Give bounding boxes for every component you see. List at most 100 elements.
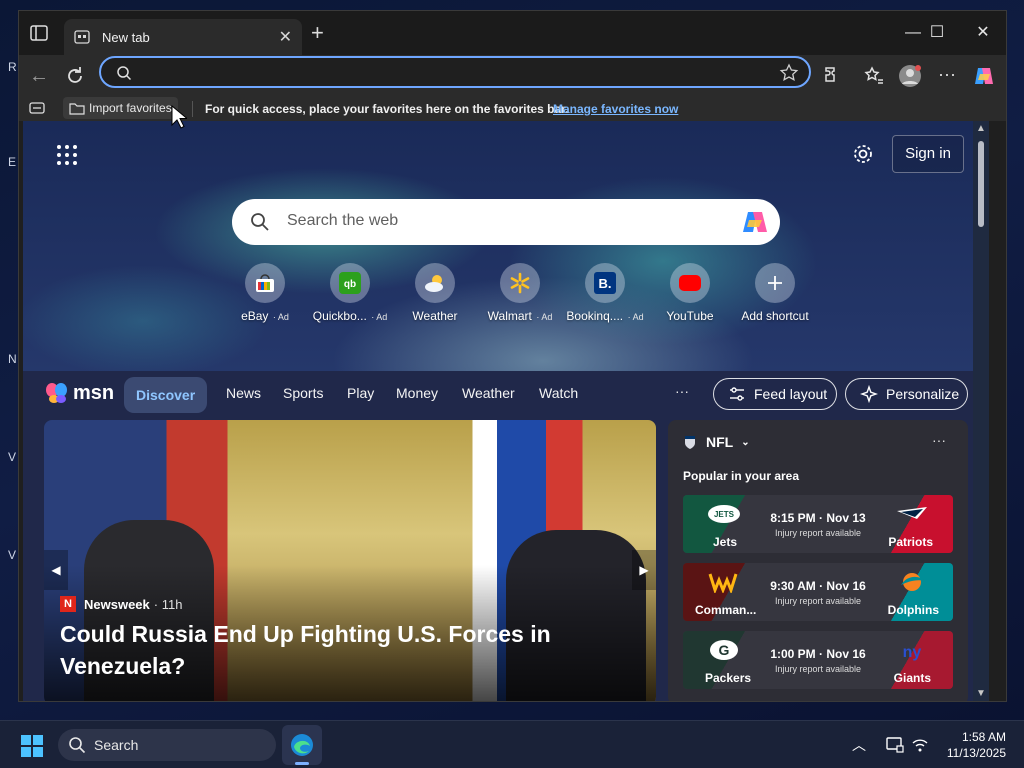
hero-source: N Newsweek · 11h [60, 596, 182, 612]
tablet-mode-icon[interactable] [885, 735, 905, 755]
taskbar-search[interactable]: Search [58, 729, 276, 761]
new-tab-button[interactable]: + [311, 22, 324, 44]
copilot-icon[interactable] [972, 64, 996, 88]
carousel-next-button[interactable]: ▶ [632, 550, 656, 590]
web-search-box[interactable]: Search the web [232, 199, 780, 245]
game-row[interactable]: G Packers 1:00 PM · Nov 16 Injury report… [683, 631, 953, 689]
title-bar: New tab ✕ + — ☐ ✕ [19, 11, 1006, 55]
nfl-more-options-button[interactable]: ··· [932, 432, 946, 448]
shortcut-label: Add shortcut [741, 309, 809, 323]
shortcut-label: Weather [412, 309, 458, 323]
hero-headline[interactable]: Could Russia End Up Fighting U.S. Forces… [60, 618, 580, 682]
shortcut-label: Bookinq.... [566, 309, 624, 323]
nfl-card: NFL ⌄ ··· Popular in your area JETS Jets… [668, 420, 968, 701]
search-icon [69, 737, 86, 754]
manage-favorites-link[interactable]: Manage favorites now [553, 102, 678, 116]
plus-icon [768, 276, 782, 290]
scroll-up-arrow[interactable]: ▲ [976, 123, 986, 134]
import-favorites-label: Import favorites [89, 101, 172, 115]
taskbar: Search ︿ 1:58 AM 11/13/2025 [0, 720, 1024, 768]
tab-weather[interactable]: Weather [462, 385, 515, 401]
favorites-bar: Import favorites For quick access, place… [19, 97, 1006, 121]
windows-start-icon[interactable] [20, 734, 44, 758]
favorites-separator [192, 101, 193, 117]
edge-icon [291, 734, 313, 756]
shortcut-walmart[interactable]: Walmart · Ad [478, 263, 562, 325]
system-clock[interactable]: 1:58 AM 11/13/2025 [947, 729, 1006, 761]
shortcut-label: eBay [241, 309, 269, 323]
tab-new-tab[interactable]: New tab ✕ [64, 19, 302, 55]
hero-news-card[interactable]: ◀ ▶ N Newsweek · 11h Could Russia End Up… [44, 420, 656, 701]
desktop-icons-strip: R E N V V [0, 0, 18, 720]
feed-layout-button[interactable]: Feed layout [713, 378, 837, 410]
more-tabs-button[interactable]: ··· [675, 383, 689, 399]
tab-actions-icon[interactable] [29, 23, 49, 43]
address-input[interactable] [145, 61, 765, 83]
taskbar-search-label: Search [94, 737, 139, 753]
tab-close-icon[interactable]: ✕ [279, 27, 292, 47]
hero-age: · 11h [153, 596, 183, 612]
game-row[interactable]: Comman... 9:30 AM · Nov 16 Injury report… [683, 563, 953, 621]
gear-icon[interactable] [851, 142, 875, 166]
taskbar-edge-button[interactable] [282, 725, 322, 765]
shortcut-label: Quickbo... [312, 309, 367, 323]
active-indicator [295, 762, 309, 765]
shortcut-booking[interactable]: B. Bookinq.... · Ad [563, 263, 647, 325]
browser-window: New tab ✕ + — ☐ ✕ ← ··· Import favorites… [18, 10, 1007, 702]
close-window-button[interactable]: ✕ [960, 19, 1006, 47]
folder-icon [69, 103, 85, 115]
carousel-prev-button[interactable]: ◀ [44, 550, 68, 590]
nfl-header[interactable]: NFL ⌄ [684, 434, 750, 450]
dolphins-logo-icon [901, 573, 925, 591]
profile-avatar-icon[interactable] [898, 64, 922, 88]
add-shortcut-button[interactable]: Add shortcut [733, 263, 817, 325]
game-row[interactable]: JETS Jets 8:15 PM · Nov 13 Injury report… [683, 495, 953, 553]
scroll-down-arrow[interactable]: ▼ [976, 688, 986, 699]
new-tab-page: Sign in Search the web eBay · Ad qb Quic… [23, 121, 989, 701]
mouse-cursor-icon [171, 105, 187, 129]
ebay-icon [256, 274, 274, 292]
page-scrollbar[interactable]: ▲ ▼ [973, 121, 989, 701]
tab-money[interactable]: Money [396, 385, 438, 401]
refresh-icon[interactable] [63, 64, 87, 88]
address-bar[interactable] [99, 56, 811, 88]
tab-discover[interactable]: Discover [124, 377, 208, 413]
maximize-button[interactable]: ☐ [914, 19, 960, 47]
chevron-up-icon[interactable]: ︿ [852, 735, 872, 755]
shortcut-ebay[interactable]: eBay · Ad [223, 263, 307, 325]
favorites-bar-message: For quick access, place your favorites h… [205, 102, 569, 116]
tab-news[interactable]: News [226, 385, 261, 401]
ad-badge: · Ad [536, 312, 553, 322]
away-team-name: Dolphins [887, 603, 939, 617]
clock-date: 11/13/2025 [946, 746, 1006, 760]
favorite-star-icon[interactable] [779, 63, 799, 83]
nfl-title: NFL [706, 434, 734, 450]
copilot-icon[interactable] [740, 207, 770, 237]
network-icon[interactable] [910, 735, 930, 755]
shortcut-quickbooks[interactable]: qb Quickbo... · Ad [308, 263, 392, 325]
ad-badge: · Ad [272, 312, 289, 322]
more-menu-icon[interactable]: ··· [935, 64, 959, 88]
tab-watch[interactable]: Watch [539, 385, 578, 401]
quickbooks-icon: qb [339, 272, 361, 294]
shortcut-label: YouTube [666, 309, 714, 323]
feed-layout-label: Feed layout [754, 386, 828, 402]
youtube-icon [679, 275, 701, 291]
sign-in-button[interactable]: Sign in [892, 135, 964, 173]
search-icon [117, 66, 132, 81]
shortcut-youtube[interactable]: YouTube [648, 263, 732, 325]
app-launcher-icon[interactable] [55, 143, 79, 167]
favorites-icon[interactable] [862, 64, 886, 88]
personalize-button[interactable]: Personalize [845, 378, 968, 410]
back-button[interactable]: ← [27, 64, 51, 88]
svg-text:qb: qb [344, 279, 356, 290]
import-favorites-button[interactable]: Import favorites [63, 97, 178, 119]
scrollbar-thumb[interactable] [978, 141, 984, 227]
tab-play[interactable]: Play [347, 385, 374, 401]
svg-text:B.: B. [599, 276, 612, 291]
tab-sports[interactable]: Sports [283, 385, 323, 401]
shortcut-weather[interactable]: Weather [393, 263, 477, 325]
msn-logo[interactable]: msn [45, 379, 114, 407]
extensions-icon[interactable] [821, 64, 845, 88]
sliders-icon [730, 387, 744, 401]
